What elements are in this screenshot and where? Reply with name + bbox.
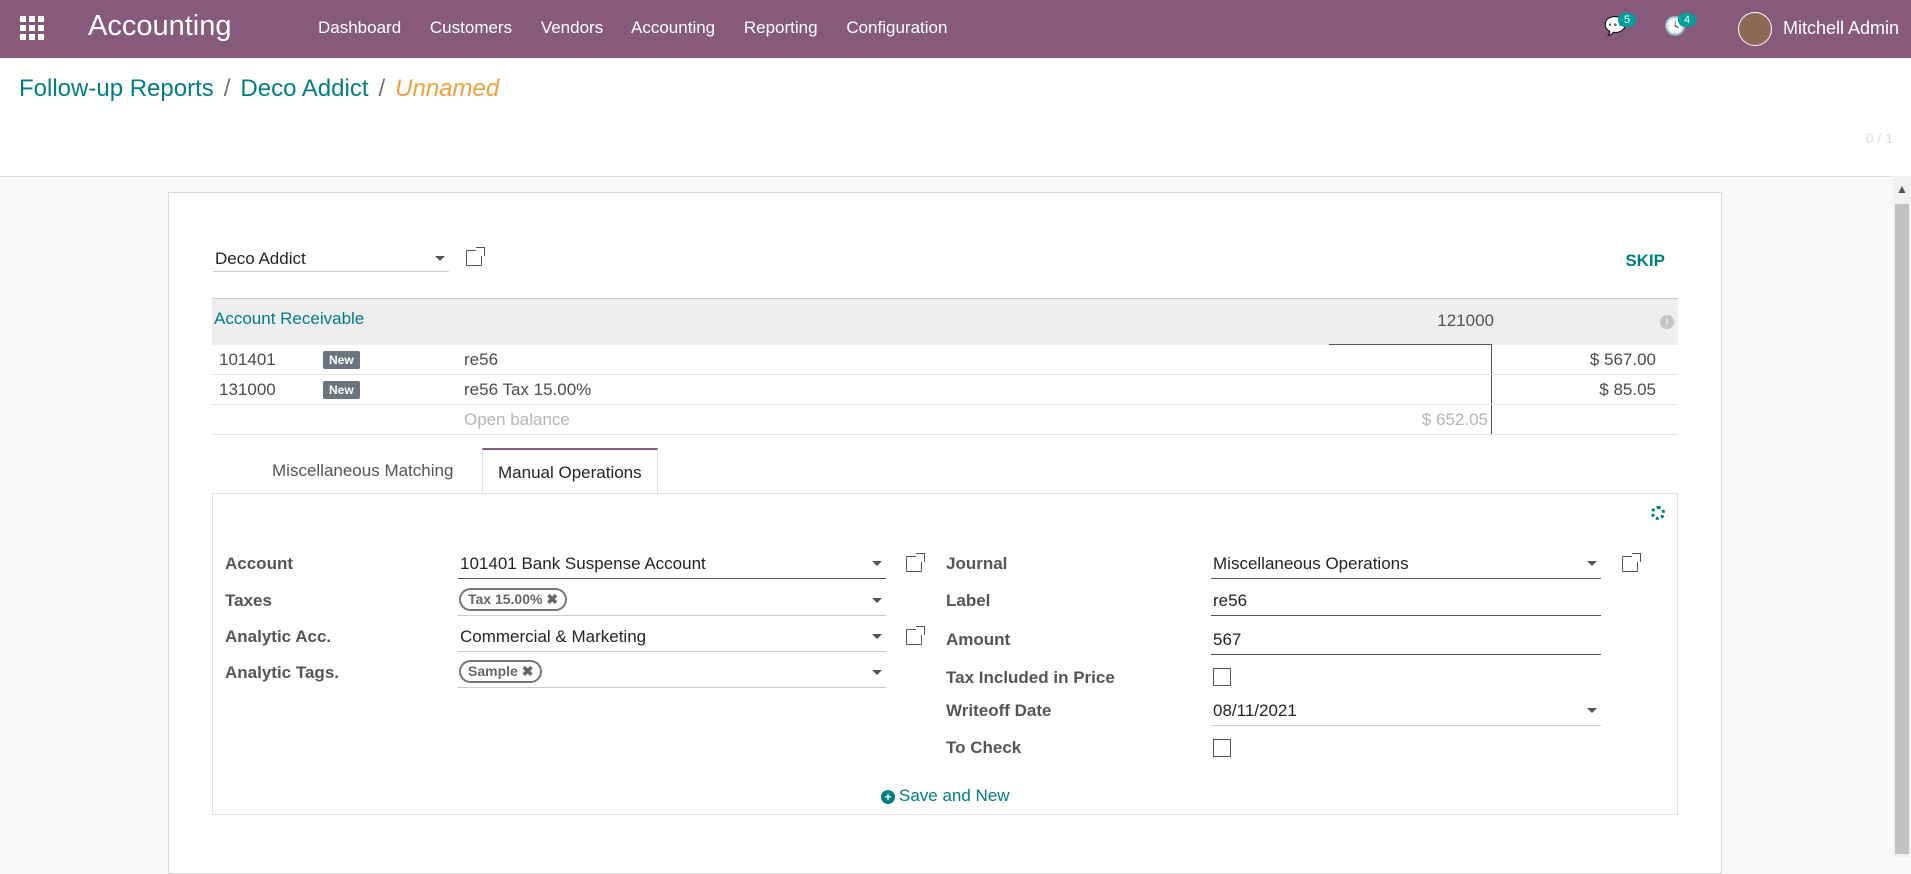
menu-accounting[interactable]: Accounting <box>631 18 715 37</box>
amount-label: Amount <box>946 630 1011 649</box>
chevron-down-icon <box>872 634 882 639</box>
scrollbar-thumb[interactable] <box>1895 204 1909 854</box>
reconciliation-sheet: Deco Addict SKIP Account Receivable 1210… <box>168 192 1722 874</box>
journal-field[interactable]: Miscellaneous Operations <box>1211 548 1601 579</box>
analytic-tag-label: Sample <box>468 663 518 679</box>
breadcrumb-followup-reports[interactable]: Follow-up Reports <box>19 75 214 102</box>
partner-select[interactable]: Deco Addict <box>213 243 449 272</box>
new-badge: New <box>323 381 360 399</box>
writeoff-date-field[interactable]: 08/11/2021 <box>1211 695 1601 726</box>
apps-menu-icon[interactable] <box>20 16 44 40</box>
pager[interactable]: 0 / 1 <box>1866 130 1893 146</box>
plus-circle-icon: + <box>881 790 895 804</box>
line-account: 131000 <box>219 380 276 399</box>
breadcrumb: Follow-up Reports / Deco Addict / Unnamed <box>19 75 499 103</box>
line-label: re56 <box>464 350 499 369</box>
new-badge: New <box>323 351 360 369</box>
label-field[interactable]: re56 <box>1211 585 1601 616</box>
breadcrumb-separator: / <box>378 75 386 102</box>
table-row[interactable]: 131000 New re56 Tax 15.00% $ 85.05 <box>212 375 1678 405</box>
account-header: Account Receivable 121000 i <box>212 298 1678 345</box>
tab-manual-operations[interactable]: Manual Operations <box>482 448 658 497</box>
menu-vendors[interactable]: Vendors <box>541 18 603 37</box>
user-menu[interactable]: Mitchell Admin <box>1783 18 1899 39</box>
line-amount: $ 567.00 <box>1589 350 1656 369</box>
chevron-up-icon[interactable]: ▲ <box>1896 182 1908 196</box>
breadcrumb-current: Unnamed <box>395 75 500 102</box>
external-link-icon[interactable] <box>906 553 925 572</box>
label-value: re56 <box>1213 591 1248 610</box>
tax-tag-label: Tax 15.00% <box>468 591 543 607</box>
chevron-down-icon <box>1587 561 1597 566</box>
account-receivable-title: Account Receivable <box>214 309 365 328</box>
chevron-down-icon <box>435 256 445 261</box>
journal-label: Journal <box>946 554 1008 573</box>
external-link-icon[interactable] <box>1622 553 1641 572</box>
chevron-down-icon <box>872 598 882 603</box>
external-link-icon[interactable] <box>906 626 925 645</box>
writeoff-date-label: Writeoff Date <box>946 701 1052 720</box>
close-icon[interactable]: ✖ <box>546 591 558 607</box>
breadcrumb-partner[interactable]: Deco Addict <box>240 75 368 102</box>
manual-operations-pane: Account 101401 Bank Suspense Account Tax… <box>212 493 1678 815</box>
account-label: Account <box>225 554 293 573</box>
analytic-account-field[interactable]: Commercial & Marketing <box>458 621 886 652</box>
account-field[interactable]: 101401 Bank Suspense Account <box>458 548 886 579</box>
writeoff-date-value: 08/11/2021 <box>1213 701 1297 720</box>
save-and-new-label: Save and New <box>899 786 1010 805</box>
activities-count-badge: 4 <box>1678 13 1697 27</box>
tax-included-checkbox[interactable] <box>1213 668 1231 686</box>
line-account: 101401 <box>219 350 276 369</box>
amount-value: 567 <box>1213 630 1242 649</box>
open-balance-amount: $ 652.05 <box>1421 410 1488 429</box>
to-check-label: To Check <box>946 738 1022 757</box>
to-check-checkbox[interactable] <box>1213 739 1231 757</box>
menu-customers[interactable]: Customers <box>430 18 512 37</box>
table-row[interactable]: 101401 New re56 $ 567.00 <box>212 345 1678 375</box>
account-value: 101401 Bank Suspense Account <box>460 554 706 573</box>
open-balance-row: Open balance $ 652.05 <box>212 405 1678 435</box>
chevron-down-icon <box>1587 708 1597 713</box>
partner-value: Deco Addict <box>215 249 306 268</box>
breadcrumb-separator: / <box>223 75 231 102</box>
tax-included-label: Tax Included in Price <box>946 668 1115 687</box>
messages-button[interactable]: 💬 5 <box>1604 13 1637 37</box>
open-balance-label: Open balance <box>464 410 570 429</box>
gear-icon[interactable] <box>1651 506 1665 520</box>
analytic-tags-field[interactable]: Sample ✖ <box>458 657 886 688</box>
menu-reporting[interactable]: Reporting <box>744 18 818 37</box>
taxes-field[interactable]: Tax 15.00% ✖ <box>458 585 886 616</box>
user-avatar[interactable] <box>1738 12 1772 46</box>
journal-value: Miscellaneous Operations <box>1213 554 1409 573</box>
tab-miscellaneous-matching[interactable]: Miscellaneous Matching <box>257 448 468 494</box>
analytic-tag: Sample ✖ <box>459 660 543 683</box>
close-icon[interactable]: ✖ <box>522 663 534 679</box>
chevron-down-icon <box>872 670 882 675</box>
label-label: Label <box>946 591 991 610</box>
app-title[interactable]: Accounting <box>88 10 232 43</box>
analytic-tags-label: Analytic Tags. <box>225 663 339 682</box>
skip-button[interactable]: SKIP <box>1625 251 1665 271</box>
analytic-account-label: Analytic Acc. <box>225 627 332 646</box>
main-menu: Dashboard Customers Vendors Accounting R… <box>318 18 971 38</box>
line-label: re56 Tax 15.00% <box>464 380 592 399</box>
external-link-icon[interactable] <box>466 247 485 266</box>
menu-dashboard[interactable]: Dashboard <box>318 18 401 37</box>
tax-tag: Tax 15.00% ✖ <box>459 588 568 611</box>
scrollbar[interactable]: ▲ <box>1893 176 1911 857</box>
chevron-down-icon <box>872 561 882 566</box>
analytic-account-value: Commercial & Marketing <box>460 627 647 646</box>
line-amount: $ 85.05 <box>1599 380 1656 399</box>
account-code: 121000 <box>1437 311 1494 330</box>
activities-button[interactable]: 🕓 4 <box>1664 13 1697 37</box>
control-panel: Follow-up Reports / Deco Addict / Unnamed 0 … <box>0 58 1911 177</box>
taxes-label: Taxes <box>225 591 272 610</box>
info-icon[interactable]: i <box>1660 315 1674 329</box>
amount-field[interactable]: 567 <box>1211 624 1601 655</box>
messages-count-badge: 5 <box>1618 13 1637 27</box>
top-navbar: Accounting Dashboard Customers Vendors A… <box>0 0 1911 58</box>
save-and-new-button[interactable]: + Save and New <box>881 786 1010 806</box>
menu-configuration[interactable]: Configuration <box>846 18 947 37</box>
